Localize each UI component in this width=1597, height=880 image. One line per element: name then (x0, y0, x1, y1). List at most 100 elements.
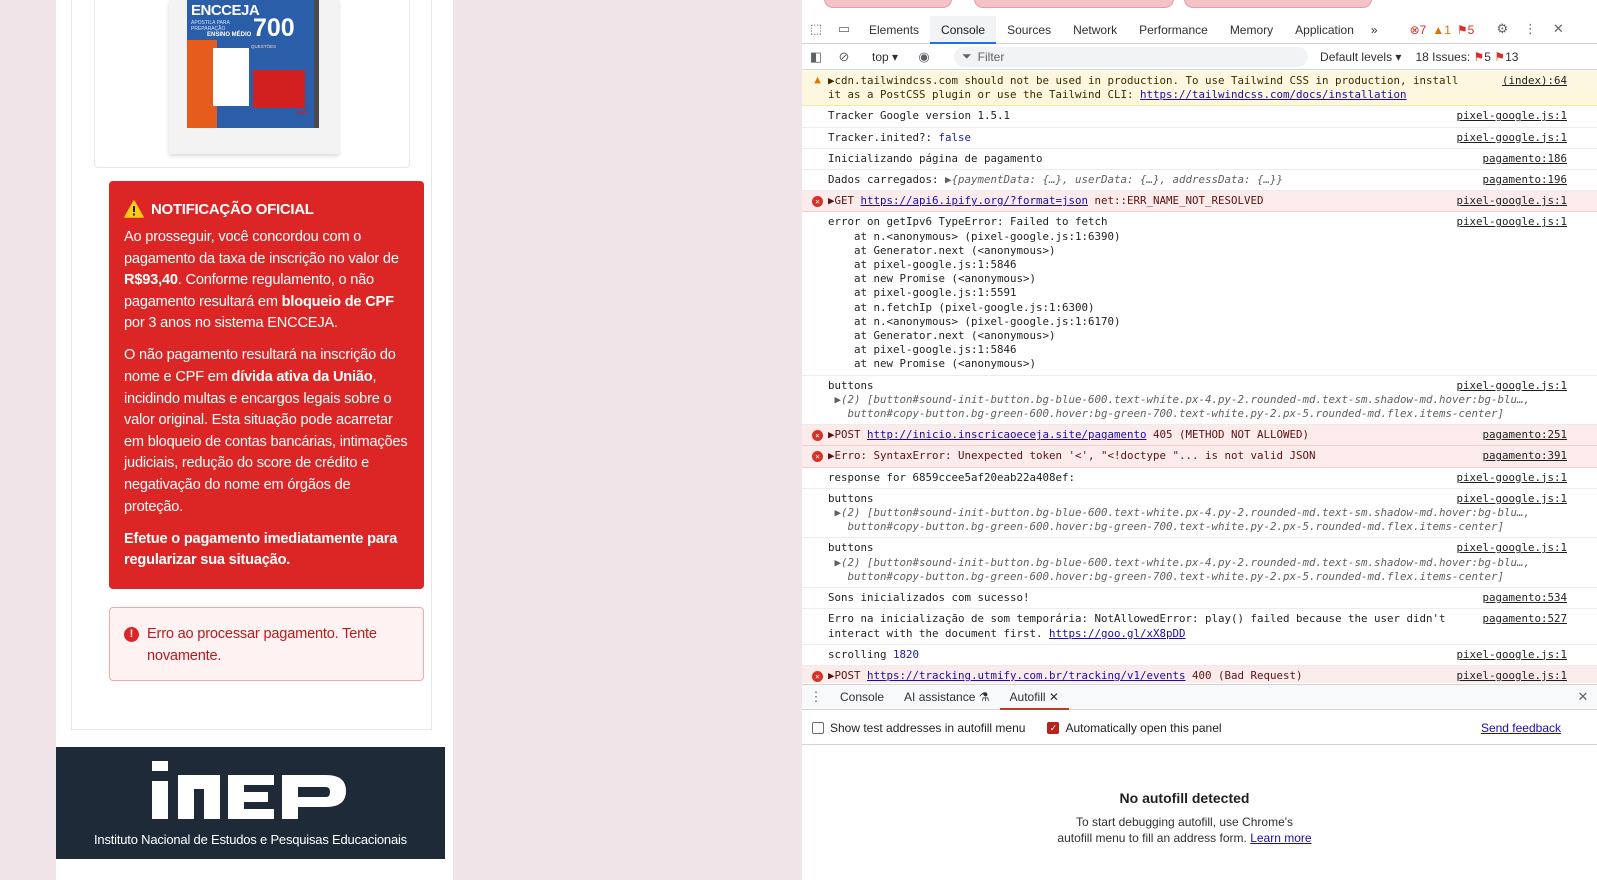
console-log-message[interactable]: Dados carregados: ▶{paymentData: {…}, us… (802, 170, 1597, 192)
message-text: ▶Erro: SyntaxError: Unexpected token '<'… (828, 449, 1316, 463)
console-log-message[interactable]: scrolling 1820 pixel-google.js:1 (802, 645, 1597, 666)
inspect-element-icon[interactable]: ⬚ (802, 22, 830, 37)
message-source-link[interactable]: pixel-google.js:1 (1456, 541, 1567, 555)
tab-console[interactable]: Console (930, 15, 997, 44)
device-toolbar-icon[interactable]: ▭ (830, 22, 858, 37)
console-warning-message[interactable]: ▲ ▶cdn.tailwindcss.com should not be used… (802, 71, 1597, 107)
infobar-button[interactable] (974, 0, 1174, 8)
issues-button[interactable]: 18 Issues: ⚑5 ⚑13 (1415, 50, 1518, 64)
sidebar-toggle-icon[interactable]: ◧ (802, 49, 830, 65)
message-link[interactable]: https://tailwindcss.com/docs/installatio… (1140, 88, 1407, 101)
more-tabs-icon[interactable]: » (1365, 16, 1384, 44)
console-log-message[interactable]: Tracker.inited?: false pixel-google.js:1 (802, 128, 1597, 149)
message-source-link[interactable]: (index):64 (1501, 74, 1567, 89)
show-test-addresses-checkbox[interactable] (812, 721, 824, 734)
drawer-tab-autofill[interactable]: Autofill ✕ (999, 684, 1069, 710)
stack-trace-line[interactable]: at pixel-google.js:1:5591 (828, 286, 1017, 299)
message-source-link[interactable]: pagamento:196 (1482, 173, 1567, 187)
stack-trace-line[interactable]: at Generator.next (<anonymous>) (828, 244, 1056, 257)
message-source-link[interactable]: pixel-google.js:1 (1456, 215, 1567, 229)
console-error-message[interactable]: ✕ ▶GET https://api6.ipify.org/?format=jso… (802, 191, 1597, 213)
console-log-message[interactable]: buttons ▶(2) [button#sound-init-button.b… (802, 538, 1597, 589)
stack-trace-line[interactable]: at n.<anonymous> (pixel-google.js:1:6170… (828, 315, 1121, 328)
context-selector[interactable]: top ▾ (872, 50, 898, 64)
console-log-message[interactable]: Tracker Google version 1.5.1 pixel-google… (802, 106, 1597, 128)
experiment-flask-icon: ⚗ (978, 690, 990, 704)
message-source-link[interactable]: pixel-google.js:1 (1456, 668, 1567, 683)
console-error-message[interactable]: ✕ ▶POST http://inicio.inscricaoeceja.site… (802, 425, 1597, 447)
object-preview[interactable]: button#copy-button.bg-green-600.hover:bg… (828, 520, 1505, 533)
console-log-message[interactable]: Sons inicializados com sucesso! pagamento… (802, 588, 1597, 610)
message-text: ▶POST (828, 428, 868, 442)
drawer-tab-ai-assistance[interactable]: AI assistance ⚗ (894, 684, 999, 710)
console-log-message[interactable]: Erro na inicialização de som temporária:… (802, 609, 1597, 645)
object-preview[interactable]: ▶(2) [button#sound-init-button.bg-blue-6… (828, 506, 1531, 519)
console-log-message[interactable]: buttons ▶(2) [button#sound-init-button.b… (802, 489, 1597, 539)
learn-more-link[interactable]: Learn more (1250, 831, 1311, 845)
drawer-menu-icon[interactable]: ⋮ (802, 689, 830, 705)
message-link[interactable]: https://tracking.utmify.com.br/tracking/… (867, 669, 1186, 682)
message-source-link[interactable]: pagamento:527 (1482, 612, 1567, 626)
console-log-message[interactable]: Inicializando página de pagamento pagamen… (802, 149, 1597, 171)
message-source-link[interactable]: pagamento:391 (1482, 449, 1567, 464)
message-link[interactable]: https://goo.gl/xX8pDD (1049, 627, 1186, 640)
object-preview[interactable]: button#copy-button.bg-green-600.hover:bg… (828, 570, 1505, 583)
message-source-link[interactable]: pagamento:251 (1482, 428, 1567, 443)
message-text: ▶POST (828, 668, 868, 682)
console-log-message[interactable]: response for 6859ccee5af20eab22a408ef: pi… (802, 468, 1597, 489)
console-log-message[interactable]: error on getIpv6 TypeError: Failed to fe… (802, 212, 1597, 376)
close-devtools-icon[interactable]: ✕ (1544, 22, 1572, 37)
empty-state-description: To start debugging autofill, use Chrome'… (1057, 815, 1312, 845)
console-error-message[interactable]: ✕ ▶POST https://tracking.utmify.com.br/tr… (802, 665, 1597, 683)
log-levels-dropdown[interactable]: Default levels ▾ (1320, 50, 1401, 64)
infobar-button[interactable] (1184, 0, 1372, 8)
clear-console-icon[interactable]: ⊘ (830, 49, 858, 65)
message-source-link[interactable]: pagamento:186 (1482, 152, 1567, 166)
drawer-tab-console[interactable]: Console (830, 684, 894, 710)
message-source-link[interactable]: pixel-google.js:1 (1456, 131, 1567, 145)
object-preview[interactable]: ▶(2) [button#sound-init-button.bg-blue-6… (828, 393, 1531, 406)
tab-sources[interactable]: Sources (996, 16, 1062, 44)
message-source-link[interactable]: pixel-google.js:1 (1456, 648, 1567, 662)
close-tab-icon[interactable]: ✕ (1049, 690, 1059, 704)
error-count[interactable]: ⊗7 (1410, 23, 1427, 37)
console-error-message[interactable]: ✕ ▶Erro: SyntaxError: Unexpected token '<… (802, 446, 1597, 468)
settings-gear-icon[interactable]: ⚙ (1488, 22, 1516, 37)
stack-trace-line[interactable]: at Generator.next (<anonymous>) (828, 329, 1056, 342)
console-log-message[interactable]: buttons ▶(2) [button#sound-init-button.b… (802, 376, 1597, 426)
warning-count[interactable]: ▲1 (1432, 23, 1451, 37)
message-text: ▶GET (828, 194, 861, 208)
live-expression-eye-icon[interactable]: ◉ (910, 49, 938, 65)
stack-trace-line[interactable]: at new Promise (<anonymous>) (828, 357, 1036, 370)
message-source-link[interactable]: pixel-google.js:1 (1456, 194, 1567, 209)
message-text: ▶cdn.tailwindcss.com should not be used … (828, 74, 1459, 87)
message-source-link[interactable]: pagamento:534 (1482, 591, 1567, 605)
message-source-link[interactable]: pixel-google.js:1 (1456, 492, 1567, 506)
message-source-link[interactable]: pixel-google.js:1 (1456, 109, 1567, 123)
tab-application[interactable]: Application (1284, 16, 1365, 44)
stack-trace-line[interactable]: at n.fetchIp (pixel-google.js:1:6300) (828, 301, 1095, 314)
console-filter-input[interactable]: ⏷ Filter (954, 46, 1309, 67)
tab-performance[interactable]: Performance (1128, 16, 1219, 44)
product-image-card: ENCCEJA APOSTILA PARA PREPARAÇÃO ENSINO … (94, 0, 410, 168)
infobar-button[interactable] (824, 0, 952, 8)
issues-count[interactable]: ⚑5 (1457, 23, 1474, 37)
stack-trace-line[interactable]: at new Promise (<anonymous>) (828, 272, 1036, 285)
message-source-link[interactable]: pixel-google.js:1 (1456, 379, 1567, 393)
stack-trace-line[interactable]: at n.<anonymous> (pixel-google.js:1:6390… (828, 230, 1121, 243)
tab-elements[interactable]: Elements (858, 16, 930, 44)
stack-trace-line[interactable]: at pixel-google.js:1:5846 (828, 258, 1017, 271)
message-link[interactable]: https://api6.ipify.org/?format=json (861, 194, 1089, 207)
object-preview[interactable]: ▶(2) [button#sound-init-button.bg-blue-6… (828, 556, 1531, 569)
more-options-icon[interactable]: ⋮ (1516, 22, 1544, 37)
object-preview[interactable]: button#copy-button.bg-green-600.hover:bg… (828, 407, 1505, 420)
tab-memory[interactable]: Memory (1219, 16, 1284, 44)
message-link[interactable]: http://inicio.inscricaoeceja.site/pagame… (867, 428, 1147, 441)
send-feedback-link[interactable]: Send feedback (1481, 721, 1561, 735)
message-text: Inicializando página de pagamento (828, 151, 1043, 165)
tab-network[interactable]: Network (1062, 16, 1128, 44)
stack-trace-line[interactable]: at pixel-google.js:1:5846 (828, 343, 1017, 356)
auto-open-checkbox[interactable]: ✓ (1047, 721, 1060, 734)
message-source-link[interactable]: pixel-google.js:1 (1456, 471, 1567, 485)
close-drawer-icon[interactable]: ✕ (1569, 689, 1597, 705)
